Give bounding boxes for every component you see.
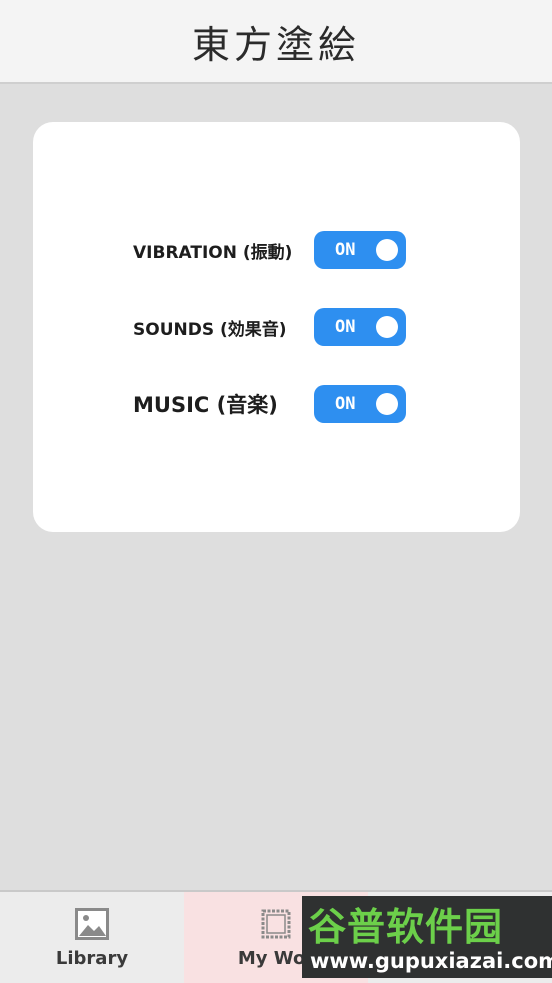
tab-label-library: Library	[55, 948, 129, 969]
watermark-overlay: 谷普软件园 www.gupuxiazai.com	[302, 896, 552, 978]
setting-label-sounds: SOUNDS (効果音)	[133, 319, 287, 340]
setting-label-vibration: VIBRATION (振動)	[133, 242, 293, 263]
setting-row-music: MUSIC (音楽) ON	[33, 385, 520, 423]
toggle-state-text: ON	[335, 240, 356, 260]
app-title: 東方塗絵	[191, 22, 360, 67]
toggle-knob	[376, 393, 398, 415]
setting-label-music: MUSIC (音楽)	[133, 393, 278, 417]
watermark-url: www.gupuxiazai.com	[310, 949, 552, 973]
music-toggle[interactable]: ON	[314, 385, 406, 423]
image-icon	[75, 908, 109, 940]
toggle-state-text: ON	[335, 317, 356, 337]
app-root: 東方塗絵 VIBRATION (振動) ON SOUNDS (効果音) ON M…	[0, 0, 552, 983]
settings-card: VIBRATION (振動) ON SOUNDS (効果音) ON MUSIC …	[33, 122, 520, 532]
toggle-knob	[376, 316, 398, 338]
tab-library[interactable]: Library	[0, 892, 184, 983]
setting-row-vibration: VIBRATION (振動) ON	[33, 231, 520, 269]
sounds-toggle[interactable]: ON	[314, 308, 406, 346]
frame-icon	[261, 909, 291, 939]
vibration-toggle[interactable]: ON	[314, 231, 406, 269]
toggle-state-text: ON	[335, 394, 356, 414]
toggle-knob	[376, 239, 398, 261]
watermark-title: 谷普软件园	[308, 904, 504, 949]
header-bar: 東方塗絵	[0, 0, 552, 84]
setting-row-sounds: SOUNDS (効果音) ON	[33, 308, 520, 346]
